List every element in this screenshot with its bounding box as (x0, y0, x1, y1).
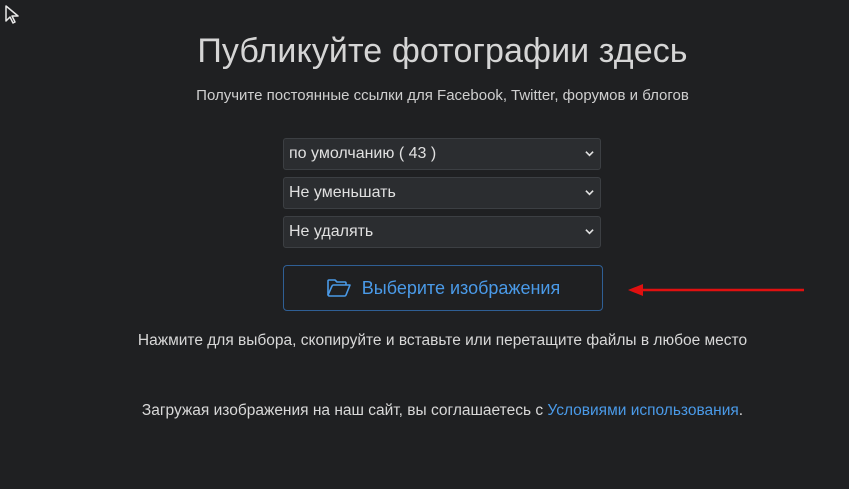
terms-prefix: Загружая изображения на наш сайт, вы сог… (141, 402, 548, 419)
terms-link[interactable]: Условиями использования (547, 402, 738, 419)
chevron-down-icon (585, 229, 594, 235)
chevron-down-icon (585, 190, 594, 196)
terms-suffix: . (738, 402, 744, 419)
page-title: Публикуйте фотографии здесь (197, 32, 688, 70)
terms-notice: Загружая изображения на наш сайт, вы сог… (0, 402, 849, 420)
page-subtitle: Получите постоянные ссылки для Facebook,… (196, 87, 689, 104)
album-select-value: по умолчанию ( 43 ) (289, 145, 437, 162)
resize-select-value: Не уменьшать (289, 184, 396, 201)
folder-open-icon (326, 279, 351, 297)
choose-images-button[interactable]: Выберите изображения (283, 265, 603, 311)
expire-select[interactable]: Не удалять (283, 216, 601, 248)
upload-hint: Нажмите для выбора, скопируйте и вставьт… (137, 332, 748, 349)
expire-select-value: Не удалять (289, 223, 374, 240)
red-arrow-annotation (628, 284, 804, 296)
choose-images-label: Выберите изображения (361, 277, 561, 298)
resize-select[interactable]: Не уменьшать (283, 177, 601, 209)
album-select[interactable]: по умолчанию ( 43 ) (283, 138, 601, 170)
chevron-down-icon (585, 151, 594, 157)
mouse-cursor-icon (5, 5, 19, 24)
page: Публикуйте фотографии здесь Получите пос… (0, 0, 849, 489)
